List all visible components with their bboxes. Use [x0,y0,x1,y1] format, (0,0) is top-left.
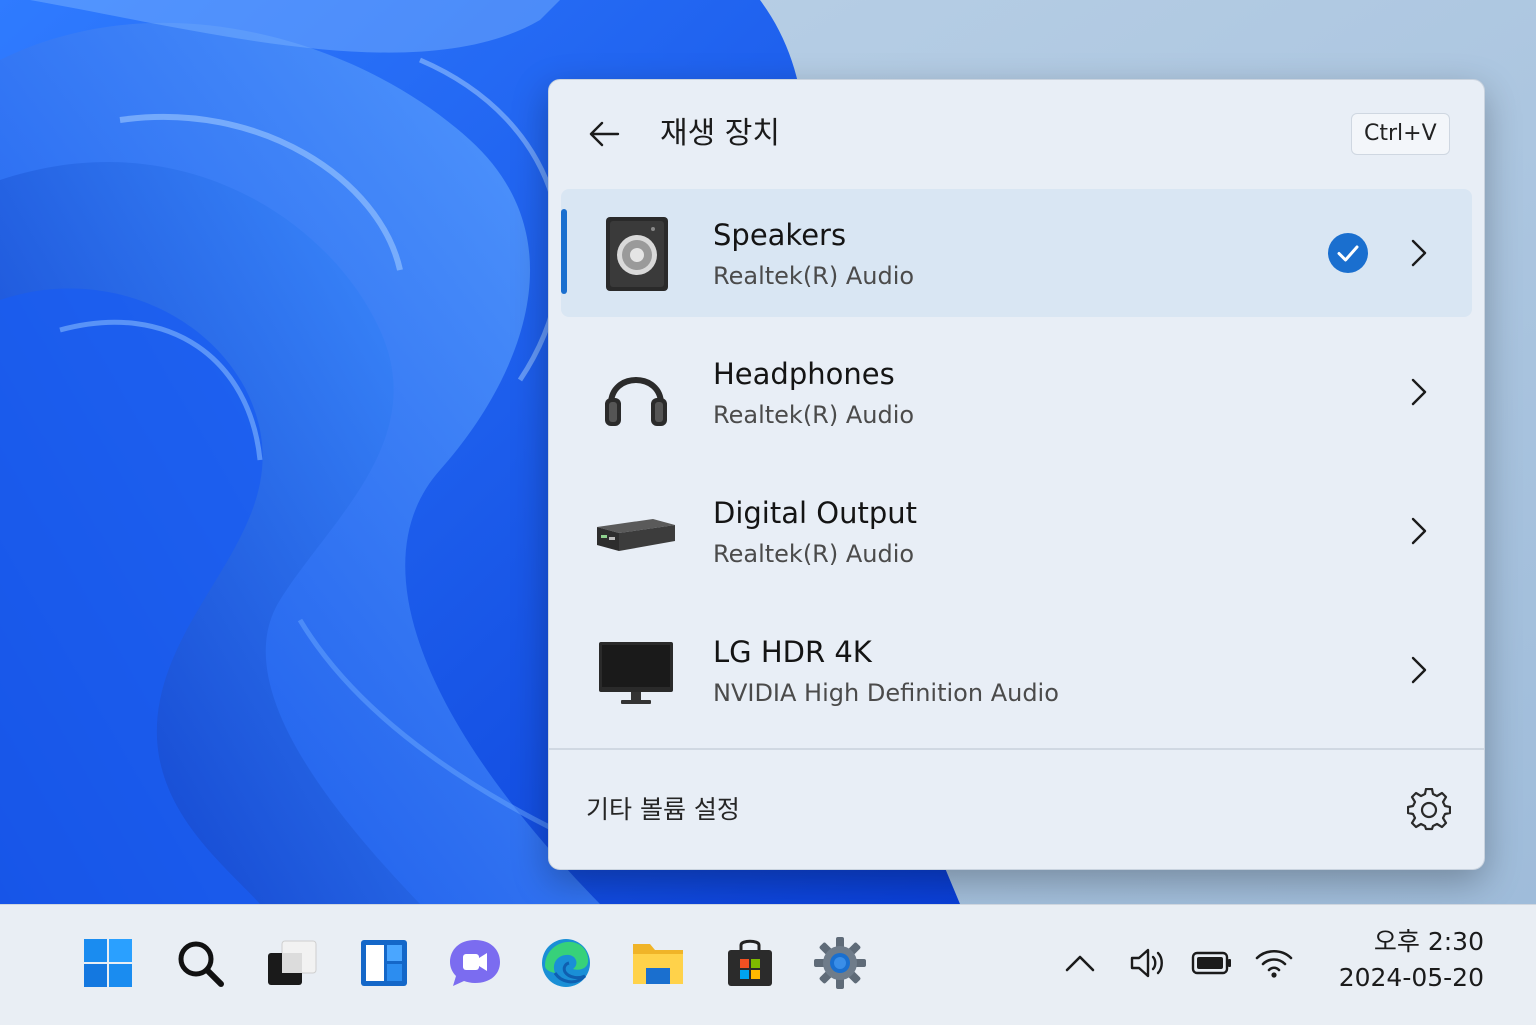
store-icon [728,939,772,986]
device-row-lg-hdr-4k[interactable]: LG HDR 4K NVIDIA High Definition Audio [561,606,1472,734]
flyout-header: 재생 장치 Ctrl+V [549,80,1484,188]
monitor-icon [599,642,673,704]
device-name: Digital Output [713,496,918,530]
headphones-icon [605,377,667,426]
chevron-right-icon[interactable] [1403,652,1433,688]
digital-output-device-icon [597,519,675,551]
device-name: LG HDR 4K [713,635,872,669]
chevron-right-icon[interactable] [1403,374,1433,410]
edge-button[interactable] [536,933,596,993]
store-button[interactable] [720,933,780,993]
checkmark-icon [1328,233,1368,273]
clock-time[interactable]: 오후 2:30 [1374,925,1484,959]
device-driver: NVIDIA High Definition Audio [713,679,1059,707]
back-arrow-icon [589,121,620,147]
widgets-icon [361,940,407,986]
show-hidden-icons-button[interactable] [1058,941,1102,985]
settings-button[interactable] [810,933,870,993]
start-button[interactable] [78,933,138,993]
device-row-digital-output[interactable]: Digital Output Realtek(R) Audio [561,467,1472,595]
network-button[interactable] [1252,941,1296,985]
battery-button[interactable] [1190,941,1234,985]
teams-chat-icon [450,940,500,986]
search-button[interactable] [170,933,230,993]
clock-date[interactable]: 2024-05-20 [1339,961,1484,995]
chevron-right-icon[interactable] [1403,235,1433,271]
device-name: Headphones [713,357,895,391]
device-list: Speakers Realtek(R) Audio Headphones Rea… [561,189,1472,745]
battery-icon [1191,951,1231,975]
more-volume-settings-link[interactable]: 기타 볼륨 설정 [586,790,740,830]
footer-divider [549,748,1484,750]
back-button[interactable] [579,112,629,156]
teams-chat-button[interactable] [445,933,505,993]
chevron-right-icon[interactable] [1403,513,1433,549]
device-row-headphones[interactable]: Headphones Realtek(R) Audio [561,328,1472,456]
device-driver: Realtek(R) Audio [713,540,915,568]
task-view-button[interactable] [262,933,322,993]
start-icon [84,939,132,987]
wifi-icon [1255,949,1293,978]
settings-icon [814,937,866,989]
volume-button[interactable] [1127,941,1171,985]
gear-icon[interactable] [1407,788,1451,832]
flyout-title: 재생 장치 [660,116,780,151]
widgets-button[interactable] [354,933,414,993]
speaker-icon [606,217,668,291]
playback-devices-flyout: 재생 장치 Ctrl+V Speakers Realtek(R) Audio H… [548,79,1485,870]
volume-icon [1130,948,1163,978]
file-explorer-icon [633,944,683,984]
device-name: Speakers [713,218,847,252]
chevron-up-icon [1065,955,1095,972]
device-driver: Realtek(R) Audio [713,401,915,429]
taskbar: 오후 2:30 2024-05-20 [0,904,1536,1025]
device-row-speakers[interactable]: Speakers Realtek(R) Audio [561,189,1472,317]
task-view-icon [268,940,317,985]
device-driver: Realtek(R) Audio [713,262,915,290]
search-icon [178,941,224,987]
selection-indicator [561,209,567,294]
file-explorer-button[interactable] [628,933,688,993]
keyboard-shortcut-badge: Ctrl+V [1351,113,1450,155]
edge-icon [542,939,590,987]
